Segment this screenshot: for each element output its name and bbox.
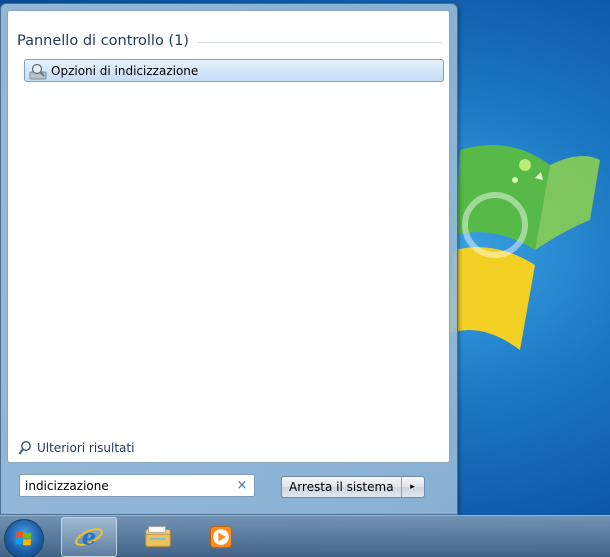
taskbar-media-player[interactable] xyxy=(193,517,249,557)
start-search-box[interactable]: × xyxy=(19,474,255,497)
start-search-input[interactable] xyxy=(20,478,233,493)
more-results-label: Ulteriori risultati xyxy=(37,441,135,455)
shutdown-options-arrow-icon[interactable]: ▸ xyxy=(402,477,424,497)
taskbar-windows-explorer[interactable] xyxy=(130,517,186,557)
magnifier-icon xyxy=(18,441,31,455)
windows-logo-icon xyxy=(15,531,32,546)
folder-icon xyxy=(145,526,171,547)
start-button[interactable] xyxy=(4,519,44,557)
shutdown-button[interactable]: Arresta il sistema xyxy=(282,477,402,497)
indexing-options-icon xyxy=(29,63,47,79)
result-item-label: Opzioni di indicizzazione xyxy=(51,63,199,78)
internet-explorer-icon: e xyxy=(75,525,103,551)
result-item-indexing-options[interactable]: Opzioni di indicizzazione xyxy=(24,59,444,82)
windows-wallpaper-logo xyxy=(445,145,600,350)
more-results-link[interactable]: Ulteriori risultati xyxy=(18,440,134,456)
results-group-header[interactable]: Pannello di controllo (1) xyxy=(17,33,442,49)
taskbar-internet-explorer[interactable]: e xyxy=(61,517,117,557)
shutdown-button-group: Arresta il sistema ▸ xyxy=(281,476,425,498)
desktop: Pannello di controllo (1) Opzioni di ind… xyxy=(0,0,610,557)
group-header-label: Pannello di controllo (1) xyxy=(17,33,189,49)
clear-search-icon[interactable]: × xyxy=(233,478,251,493)
search-results-pane: Pannello di controllo (1) Opzioni di ind… xyxy=(7,10,450,463)
taskbar: e xyxy=(0,515,610,557)
media-player-icon xyxy=(210,526,232,548)
group-header-divider xyxy=(196,41,442,43)
start-menu: Pannello di controllo (1) Opzioni di ind… xyxy=(0,3,458,515)
svg-text:e: e xyxy=(82,525,96,551)
